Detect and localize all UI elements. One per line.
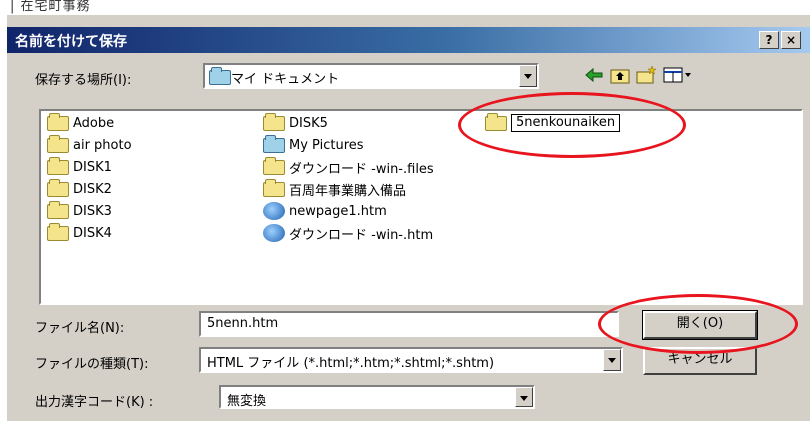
filetype-label: ファイルの種類(T): [35, 357, 149, 372]
encoding-combo[interactable]: 無変換 [219, 385, 535, 409]
rename-field[interactable]: 5nenkounaiken [511, 114, 621, 132]
list-item[interactable]: DISK2 [47, 178, 112, 199]
new-folder-item[interactable]: 5nenkounaiken [485, 112, 621, 133]
list-item-label: DISK2 [73, 181, 112, 197]
encoding-value: 無変換 [227, 394, 267, 409]
filetype-combo[interactable]: HTML ファイル (*.html;*.htm;*.shtml;*.shtm) [199, 347, 623, 373]
file-list[interactable]: Adobe air photo DISK1 DISK2 DISK3 DISK4 DISK5… [39, 109, 803, 305]
save-as-dialog: 名前を付けて保存 ? × 保存する場所(I): マイ ドキュメント Adobe a… [6, 14, 810, 421]
folder-icon [263, 112, 285, 131]
list-item[interactable]: DISK5 [263, 112, 328, 133]
folder-icon [47, 112, 69, 131]
top-strip-text: | 在宅町事務 [10, 0, 91, 14]
list-item[interactable]: My Pictures [263, 134, 364, 155]
folder-icon [263, 156, 285, 175]
folder-icon [47, 178, 69, 197]
save-in-value: マイ ドキュメント [231, 72, 340, 87]
dialog-title: 名前を付けて保存 [15, 34, 127, 50]
list-item-label: ダウンロード -win-.files [289, 161, 434, 177]
new-folder-icon[interactable] [635, 65, 657, 85]
cancel-button[interactable]: キャンセル [643, 347, 757, 375]
list-item[interactable]: Adobe [47, 112, 115, 133]
filename-label: ファイル名(N): [35, 321, 125, 336]
list-item[interactable]: DISK4 [47, 222, 112, 243]
list-item-label: My Pictures [289, 137, 364, 153]
my-documents-icon [209, 67, 231, 85]
save-in-label: 保存する場所(I): [35, 73, 132, 88]
chevron-down-icon[interactable] [603, 349, 621, 371]
list-item-label: 百周年事業購入備品 [289, 183, 407, 199]
list-item[interactable]: DISK3 [47, 200, 112, 221]
up-folder-icon[interactable] [609, 65, 631, 85]
encoding-label: 出力漢字コード(K) : [35, 395, 154, 410]
folder-icon [47, 156, 69, 175]
list-item-label: air photo [73, 137, 132, 153]
list-item[interactable]: 百周年事業購入備品 [263, 178, 407, 199]
save-in-combo[interactable]: マイ ドキュメント [203, 63, 539, 89]
folder-icon [47, 222, 69, 241]
top-strip: | 在宅町事務 [0, 0, 810, 14]
chevron-down-icon[interactable] [515, 387, 533, 407]
list-item-label: newpage1.htm [289, 203, 387, 219]
filename-field[interactable]: 5nenn.htm [199, 311, 619, 337]
list-item-label: ダウンロード -win-.htm [289, 227, 434, 243]
chevron-down-icon[interactable] [519, 65, 537, 87]
list-item[interactable]: air photo [47, 134, 132, 155]
folder-icon [485, 112, 507, 131]
open-button[interactable]: 開く(O) [642, 310, 758, 340]
html-file-icon [263, 224, 285, 242]
list-item-label: DISK3 [73, 203, 112, 219]
list-item-label: Adobe [73, 115, 115, 131]
pictures-folder-icon [263, 134, 285, 153]
list-item[interactable]: newpage1.htm [263, 201, 387, 221]
list-item-label: DISK4 [73, 225, 112, 241]
list-item-label: DISK1 [73, 159, 112, 175]
folder-icon [263, 178, 285, 197]
help-button[interactable]: ? [759, 31, 779, 49]
list-item[interactable]: ダウンロード -win-.files [263, 156, 434, 177]
folder-icon [47, 134, 69, 153]
view-menu-icon[interactable] [663, 65, 693, 85]
filename-value: 5nenn.htm [207, 316, 279, 331]
list-item[interactable]: ダウンロード -win-.htm [263, 223, 433, 243]
close-button[interactable]: × [781, 31, 801, 49]
list-item[interactable]: DISK1 [47, 156, 112, 177]
list-item-label: DISK5 [289, 115, 328, 131]
folder-icon [47, 200, 69, 219]
back-arrow-icon[interactable] [583, 65, 605, 85]
html-file-icon [263, 202, 285, 220]
title-bar: 名前を付けて保存 ? × [7, 27, 810, 53]
filetype-value: HTML ファイル (*.html;*.htm;*.shtml;*.shtm) [207, 356, 495, 371]
